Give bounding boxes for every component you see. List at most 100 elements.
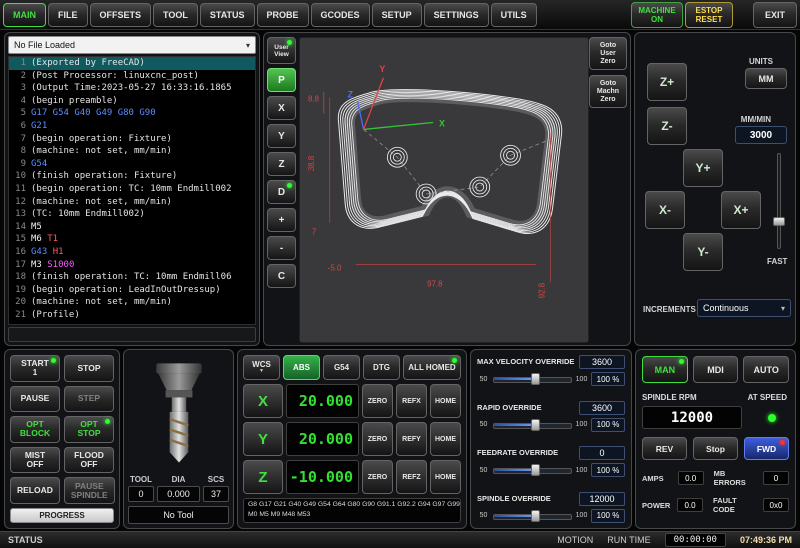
- toolpath-preview[interactable]: X Y Z 8.8 38.8 7 -5.0 97.8 92.8: [299, 37, 589, 343]
- view-plus-button[interactable]: +: [267, 208, 296, 232]
- view-p-button[interactable]: P: [267, 68, 296, 92]
- gcode-line[interactable]: 15M6 T1: [9, 233, 255, 246]
- home-z-button[interactable]: HOME: [430, 460, 461, 494]
- menu-setup[interactable]: SETUP: [372, 3, 422, 27]
- gcode-line[interactable]: 21(Profile): [9, 309, 255, 322]
- all-homed-button[interactable]: ALL HOMED: [403, 355, 461, 380]
- jog-y-plus-button[interactable]: Y+: [683, 149, 723, 187]
- pause-button[interactable]: PAUSE: [10, 386, 60, 413]
- zero-x-button[interactable]: ZERO: [362, 384, 393, 418]
- gcode-line[interactable]: 5G17 G54 G40 G49 G80 G90: [9, 107, 255, 120]
- goto-machine-zero-button[interactable]: Goto Machn Zero: [589, 75, 627, 108]
- gcode-line[interactable]: 14M5: [9, 221, 255, 234]
- zero-z-button[interactable]: ZERO: [362, 460, 393, 494]
- gcode-line[interactable]: 8(machine: not set, mm/min): [9, 145, 255, 158]
- override-slider[interactable]: [493, 510, 572, 522]
- ref-x-button[interactable]: REFX: [396, 384, 427, 418]
- flood-button[interactable]: FLOOD OFF: [64, 447, 114, 474]
- slider-handle[interactable]: [531, 464, 540, 476]
- gcode-line[interactable]: 2(Post Processor: linuxcnc_post): [9, 70, 255, 83]
- home-y-button[interactable]: HOME: [430, 422, 461, 456]
- dtg-button[interactable]: DTG: [363, 355, 400, 380]
- mdi-mode-button[interactable]: MDI: [693, 356, 739, 383]
- override-slider[interactable]: [493, 419, 572, 431]
- gcode-line[interactable]: 17M3 S1000: [9, 259, 255, 272]
- spindle-rev-button[interactable]: REV: [642, 437, 687, 460]
- wcs-button[interactable]: WCS ▼: [243, 355, 280, 380]
- view-z-button[interactable]: Z: [267, 152, 296, 176]
- menu-offsets[interactable]: OFFSETS: [90, 3, 152, 27]
- start-button[interactable]: START 1: [10, 355, 60, 382]
- g54-button[interactable]: G54: [323, 355, 360, 380]
- increments-select[interactable]: Continuous ▾: [697, 299, 791, 317]
- menu-probe[interactable]: PROBE: [257, 3, 309, 27]
- gcode-line[interactable]: 7(begin operation: Fixture): [9, 133, 255, 146]
- gcode-editor[interactable]: 1(Exported by FreeCAD)2(Post Processor: …: [8, 56, 256, 325]
- menu-file[interactable]: FILE: [48, 3, 88, 27]
- pause-spindle-button[interactable]: PAUSE SPINDLE: [64, 477, 115, 504]
- ref-y-button[interactable]: REFY: [396, 422, 427, 456]
- view-x-button[interactable]: X: [267, 96, 296, 120]
- zero-y-button[interactable]: ZERO: [362, 422, 393, 456]
- gcode-line[interactable]: 1(Exported by FreeCAD): [9, 57, 255, 70]
- ref-z-button[interactable]: REFZ: [396, 460, 427, 494]
- slider-handle[interactable]: [531, 373, 540, 385]
- jog-z-minus-button[interactable]: Z-: [647, 107, 687, 145]
- jog-y-minus-button[interactable]: Y-: [683, 233, 723, 271]
- override-slider[interactable]: [493, 373, 572, 385]
- gcode-line[interactable]: 11(begin operation: TC: 10mm Endmill002: [9, 183, 255, 196]
- units-mm-button[interactable]: MM: [745, 68, 787, 89]
- menu-main[interactable]: MAIN: [3, 3, 46, 27]
- menu-status[interactable]: STATUS: [200, 3, 255, 27]
- goto-user-zero-button[interactable]: Goto User Zero: [589, 37, 627, 70]
- override-slider[interactable]: [493, 464, 572, 476]
- view-minus-button[interactable]: -: [267, 236, 296, 260]
- spindle-stop-button[interactable]: Stop: [693, 437, 738, 460]
- view-y-button[interactable]: Y: [267, 124, 296, 148]
- reload-button[interactable]: RELOAD: [10, 477, 60, 504]
- axis-x-button[interactable]: X: [243, 384, 283, 418]
- spindle-fwd-button[interactable]: FWD: [744, 437, 789, 460]
- menu-utils[interactable]: UTILS: [491, 3, 537, 27]
- man-mode-button[interactable]: MAN: [642, 356, 688, 383]
- mdi-input[interactable]: [8, 327, 256, 342]
- jog-z-plus-button[interactable]: Z+: [647, 63, 687, 101]
- gcode-line[interactable]: 10(finish operation: Fixture): [9, 170, 255, 183]
- file-selector[interactable]: No File Loaded ▾: [8, 36, 256, 54]
- gcode-line[interactable]: 3(Output Time:2023-05-27 16:33:16.1865: [9, 82, 255, 95]
- jog-speed-slider[interactable]: [773, 153, 785, 249]
- mist-button[interactable]: MIST OFF: [10, 447, 60, 474]
- gcode-line[interactable]: 4(begin preamble): [9, 95, 255, 108]
- menu-settings[interactable]: SETTINGS: [424, 3, 489, 27]
- slider-handle[interactable]: [773, 217, 785, 226]
- menu-gcodes[interactable]: GCODES: [311, 3, 370, 27]
- jog-x-minus-button[interactable]: X-: [645, 191, 685, 229]
- view-d-button[interactable]: D: [267, 180, 296, 204]
- gcode-line[interactable]: 16G43 H1: [9, 246, 255, 259]
- gcode-line[interactable]: 19(begin operation: LeadInOutDressup): [9, 284, 255, 297]
- auto-mode-button[interactable]: AUTO: [743, 356, 789, 383]
- estop-reset-button[interactable]: ESTOP RESET: [685, 2, 733, 28]
- jog-x-plus-button[interactable]: X+: [721, 191, 761, 229]
- menu-tool[interactable]: TOOL: [153, 3, 198, 27]
- axis-z-button[interactable]: Z: [243, 460, 283, 494]
- opt-stop-button[interactable]: OPT STOP: [64, 416, 114, 443]
- slider-handle[interactable]: [531, 419, 540, 431]
- view-c-button[interactable]: C: [267, 264, 296, 288]
- gcode-line[interactable]: 9G54: [9, 158, 255, 171]
- axis-y-button[interactable]: Y: [243, 422, 283, 456]
- gcode-line[interactable]: 12(machine: not set, mm/min): [9, 196, 255, 209]
- slider-handle[interactable]: [531, 510, 540, 522]
- gcode-line[interactable]: 13(TC: 10mm Endmill002): [9, 208, 255, 221]
- exit-button[interactable]: EXIT: [753, 2, 797, 28]
- view-user-view-button[interactable]: User View: [267, 37, 296, 64]
- gcode-line[interactable]: 20(machine: not set, mm/min): [9, 296, 255, 309]
- gcode-line[interactable]: 6G21: [9, 120, 255, 133]
- abs-button[interactable]: ABS: [283, 355, 320, 380]
- opt-block-button[interactable]: OPT BLOCK: [10, 416, 60, 443]
- home-x-button[interactable]: HOME: [430, 384, 461, 418]
- step-button[interactable]: STEP: [64, 386, 114, 413]
- stop-button[interactable]: STOP: [64, 355, 114, 382]
- gcode-line[interactable]: 18(finish operation: TC: 10mm Endmill06: [9, 271, 255, 284]
- machine-on-button[interactable]: MACHINE ON: [631, 2, 683, 28]
